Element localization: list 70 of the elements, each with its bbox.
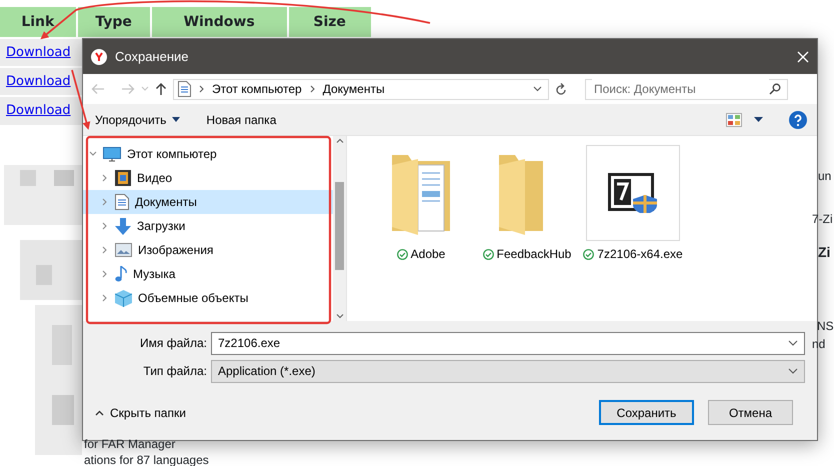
page-text: un (818, 170, 832, 182)
chevron-right-icon[interactable] (101, 222, 109, 230)
chevron-up-icon (95, 410, 104, 416)
breadcrumb[interactable]: Этот компьютер (212, 80, 302, 98)
scrollbar[interactable] (333, 136, 346, 321)
document-icon (115, 194, 129, 210)
document-icon (178, 81, 191, 97)
scrollbar-thumb[interactable] (335, 182, 344, 270)
breadcrumb[interactable]: Документы (322, 80, 385, 98)
close-icon[interactable] (797, 50, 809, 62)
download-icon (115, 218, 131, 234)
search-icon (769, 83, 781, 95)
field-label: Тип файла: (142, 363, 207, 380)
field-label: Имя файла: (139, 335, 207, 352)
caret-icon[interactable] (754, 117, 763, 122)
page-text: for FAR Manager (84, 438, 176, 450)
column-header: Size (288, 7, 372, 38)
chevron-right-icon[interactable] (101, 174, 109, 182)
check-circle-icon (482, 248, 494, 260)
window-title: Сохранение (115, 48, 189, 66)
search-field[interactable]: Поиск: Документы (585, 78, 788, 100)
page-text: Zi (818, 245, 830, 259)
new-folder-button[interactable]: Новая папка (206, 110, 276, 128)
chevron-down-icon[interactable] (89, 150, 97, 158)
film-icon (115, 170, 131, 186)
file-item[interactable]: Adobe (371, 144, 471, 266)
help-icon[interactable] (789, 110, 807, 128)
organize-menu[interactable]: Упорядочить (95, 110, 180, 128)
tree-item[interactable]: Музыка (83, 262, 333, 286)
chevron-right-icon[interactable] (101, 294, 109, 302)
file-item[interactable]: FeedbackHub (477, 144, 577, 266)
music-note-icon (115, 266, 127, 282)
tree-item[interactable]: Документы (83, 190, 333, 214)
check-circle-icon (396, 248, 408, 260)
arrow (71, 70, 90, 130)
address-bar[interactable]: Этот компьютер Документы (173, 78, 549, 100)
chevron-down-icon[interactable] (788, 340, 798, 346)
application-icon (608, 173, 658, 213)
check-circle-icon (583, 248, 594, 260)
chevron-down-icon[interactable] (533, 86, 542, 92)
chevron-down-icon[interactable] (788, 368, 798, 374)
file-type-dropdown[interactable]: Application (*.exe) (211, 360, 805, 382)
column-header: Link (0, 7, 77, 38)
chevron-right-icon (199, 85, 204, 93)
file-name-field[interactable]: 7z2106.exe (211, 332, 805, 354)
page-text: NS (817, 320, 834, 332)
tree-item[interactable]: Загрузки (83, 214, 333, 238)
cube-icon (115, 290, 132, 306)
cancel-button[interactable]: Отмена (708, 400, 793, 425)
caret-icon (172, 117, 180, 122)
tree-item[interactable]: Этот компьютер (83, 142, 333, 166)
tree-item[interactable]: Изображения (83, 238, 333, 262)
column-header: Windows (150, 7, 288, 38)
save-button[interactable]: Сохранить (599, 400, 694, 425)
chevron-right-icon[interactable] (101, 270, 109, 278)
chevron-right-icon[interactable] (101, 246, 109, 254)
up-icon[interactable] (155, 82, 167, 96)
scroll-up-icon[interactable] (336, 138, 344, 143)
view-options-icon[interactable] (726, 112, 742, 126)
scroll-down-icon[interactable] (336, 314, 344, 319)
chevron-right-icon[interactable] (101, 198, 109, 206)
chevron-right-icon (310, 85, 315, 93)
picture-icon (115, 243, 132, 257)
computer-icon (103, 146, 121, 162)
browser-logo-icon (91, 48, 107, 64)
hide-folders-button[interactable]: Скрыть папки (95, 404, 186, 422)
tree-item[interactable]: Объемные объекты (83, 286, 333, 310)
tree-item[interactable]: Видео (83, 166, 333, 190)
column-header: Type (76, 7, 151, 38)
refresh-icon[interactable] (555, 82, 567, 96)
